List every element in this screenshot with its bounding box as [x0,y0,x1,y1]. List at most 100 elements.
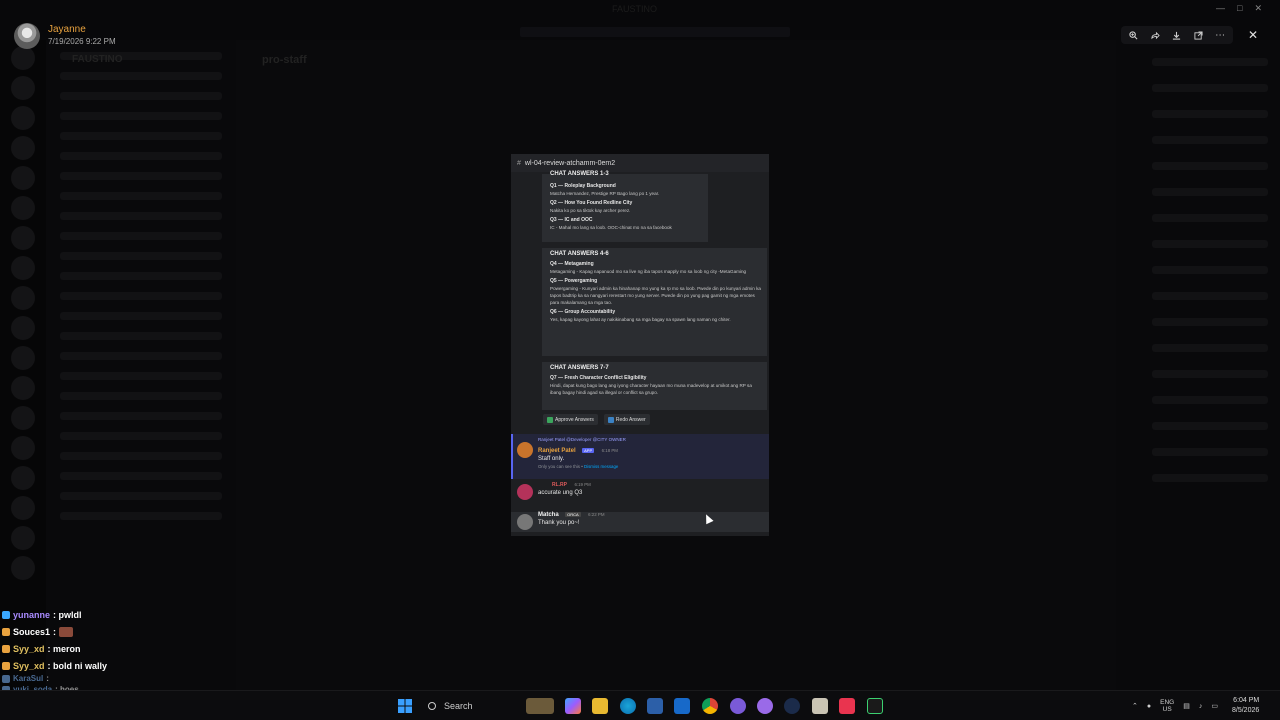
question-title: Q7 — Fresh Character Conflict Eligibilit… [550,375,647,381]
server-name[interactable]: FAUSTINO [72,54,123,65]
question-answer: Nakita ko po sa tiktok kay archer perez. [550,208,631,213]
notes-icon[interactable] [812,698,828,714]
channel-list [46,40,236,690]
chat-user: Syy_xd [13,643,45,654]
close-icon[interactable]: ✕ [1244,26,1262,44]
embed-title: CHAT ANSWERS 4-6 [550,251,609,257]
avatar[interactable] [517,514,533,530]
music-icon[interactable] [839,698,855,714]
discord-icon[interactable] [730,698,746,714]
message-matcha: Matcha ORCA 6:22 PM Thank you po~! [517,508,605,530]
approve-answers-button[interactable]: Approve Answers [543,414,598,425]
open-external-icon[interactable] [1190,27,1208,43]
chat-line: KaraSul : [2,674,202,683]
battery-icon[interactable]: ▭ [1211,702,1218,710]
approve-label: Approve Answers [555,416,594,423]
badge-icon [2,644,10,653]
terminal-icon[interactable] [867,698,883,714]
microphone-icon[interactable]: ● [1147,703,1151,710]
chat-user: KaraSul [13,674,44,683]
app-badge: APP [582,448,595,453]
chevron-up-icon[interactable]: ⌃ [1132,702,1138,710]
channel-name: pro-staff [262,54,307,66]
question-title: Q2 — How You Found Redline City [550,200,633,206]
search-icon [428,702,436,710]
embed-title: CHAT ANSWERS 7-7 [550,365,609,371]
member-list [1116,40,1280,690]
badge-icon [2,627,10,636]
language-region: US [1162,706,1172,713]
question-title: Q4 — Metagaming [550,261,594,267]
question-answer: IC - Mahal mo lang sa loob. OOC-chinat m… [550,225,672,230]
download-icon[interactable] [1168,27,1186,43]
ephemeral-note: Only you can see this • [538,464,583,469]
background-banner [520,27,790,37]
question-answer: Yes, kapag kayong lahat ay nakikinabang … [550,317,731,322]
dismiss-message-link[interactable]: Dismiss message [584,464,618,469]
zoom-in-icon[interactable] [1125,27,1143,43]
taskbar-search[interactable]: Search [420,697,530,715]
question-title: Q6 — Group Accountability [550,309,616,315]
message-author[interactable]: Matcha [538,512,559,518]
system-tray: ⌃ ● ENG US ▤ ♪ ▭ [1132,696,1218,716]
role-badge: ORCA [565,512,581,517]
minimize-icon[interactable]: — [1216,3,1225,14]
taskbar-clock[interactable]: 6:04 PM 8/5/2026 [1232,696,1259,716]
question-title: Q3 — IC and OOC [550,217,593,223]
chrome-icon[interactable] [702,698,718,714]
redo-answer-button[interactable]: Redo Answer [603,414,650,425]
embed-buttons: Approve Answers Redo Answer [543,414,650,425]
widgets-icon[interactable] [526,698,554,714]
avatar[interactable] [517,442,533,458]
question-title: Q1 — Roleplay Background [550,183,616,189]
clock-time: 6:04 PM [1233,697,1260,704]
taskbar: Search ⌃ ● ENG US ▤ ♪ ▭ 6:04 PM 8/5/2026 [0,690,1280,720]
chat-user: yunanne [13,609,51,620]
start-icon[interactable] [397,698,413,714]
checkmark-icon [547,416,553,423]
language-code: ENG [1160,699,1175,706]
copilot-icon[interactable] [565,698,581,714]
badge-icon [2,674,10,683]
forward-icon[interactable] [1146,27,1164,43]
viewer-toolbar: ⋯ [1121,26,1233,44]
file-explorer-icon[interactable] [592,698,608,714]
edge-icon[interactable] [620,698,636,714]
reply-reference[interactable]: Ranjeet Patel @Developer @CITY OWNER [538,436,626,444]
language-indicator[interactable]: ENG US [1160,699,1174,713]
outlook-icon[interactable] [674,698,690,714]
server-list [0,40,46,690]
question-answer: Matcha Hernandez, Prestige RP Bago lang … [550,191,660,196]
message-author[interactable]: RL.RP [552,482,567,488]
volume-icon[interactable]: ♪ [1199,703,1203,710]
answers-embed-3: CHAT ANSWERS 7-7 Q7 — Fresh Character Co… [542,362,767,410]
more-icon[interactable]: ⋯ [1211,27,1229,43]
answers-embed-1: CHAT ANSWERS 1-3 Q1 — Roleplay Backgroun… [542,171,708,242]
steam-icon[interactable] [784,698,800,714]
uploader-name[interactable]: Jayanne [48,24,116,36]
chat-user: Souces1 [13,626,51,637]
badge-icon [2,610,10,619]
chat-text: : pwldl [53,609,82,620]
avatar[interactable] [517,484,533,500]
message-text: accurate ung Q3 [538,490,583,496]
message-time: 6:18 PM [601,448,618,453]
store-icon[interactable] [647,698,663,714]
message-ranjeet: Ranjeet Patel @Developer @CITY OWNER Ran… [517,436,626,471]
network-icon[interactable]: ▤ [1183,702,1190,710]
chat-line: Syy_xd : bold ni wally [2,657,202,674]
stream-chat-overlay: yunanne : pwldl Souces1 : Syy_xd : meron… [2,606,202,696]
avatar[interactable] [14,23,40,49]
message-author[interactable]: Ranjeet Patel [538,448,576,454]
window-close-icon[interactable]: ✕ [1254,3,1262,14]
chat-line: Souces1 : [2,623,202,640]
chat-text: : bold ni wally [47,660,108,671]
viewed-image: # wl-04-review-atchamm-0em2 CHAT ANSWERS… [511,154,769,536]
redo-icon [607,416,614,423]
discord-ptb-icon[interactable] [757,698,773,714]
redo-label: Redo Answer [615,416,646,423]
chat-text: : [53,626,57,637]
question-answer: Powergaming - Kunyari admin ka hinahanap… [550,286,761,305]
clock-date: 8/5/2026 [1232,707,1260,714]
maximize-icon[interactable]: □ [1237,3,1242,14]
